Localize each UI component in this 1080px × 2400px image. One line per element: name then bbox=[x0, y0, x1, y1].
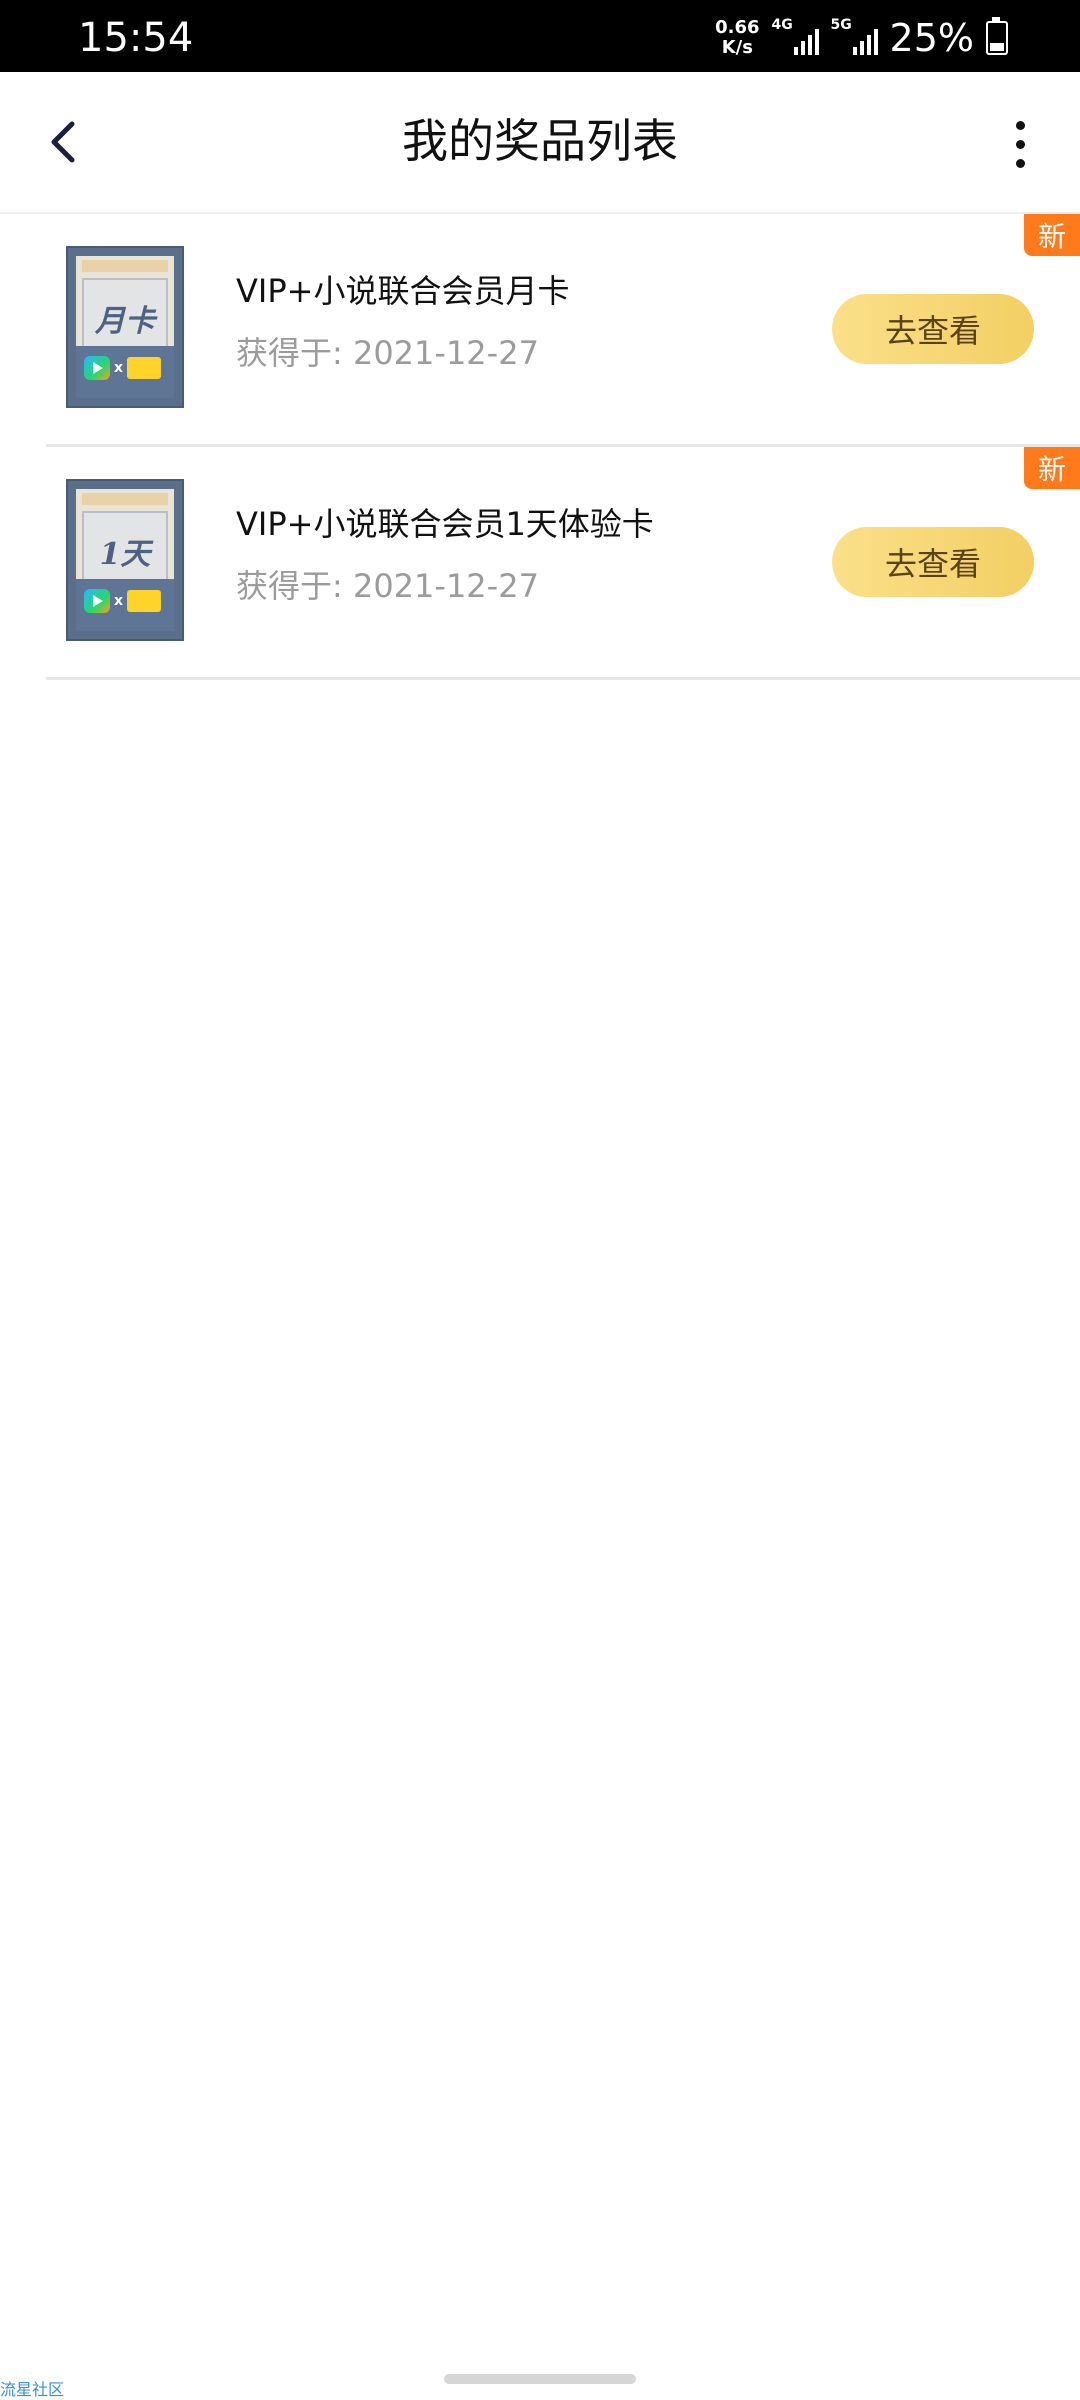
prize-date: 获得于: 2021-12-27 bbox=[236, 334, 539, 372]
prize-card-image: 月卡 x bbox=[66, 246, 184, 408]
prize-card-top bbox=[82, 260, 168, 272]
times-icon: x bbox=[114, 593, 124, 609]
status-bar: 15:54 0.66 K/s 4G 5G 25% bbox=[0, 0, 1080, 72]
network-speed: 0.66 K/s bbox=[715, 18, 759, 58]
video-play-icon bbox=[84, 356, 110, 380]
list-item: 1天 x VIP+小说联合会员1天体验卡 获得于: 2021-12-27 去查看… bbox=[46, 447, 1080, 680]
prize-list: 月卡 x VIP+小说联合会员月卡 获得于: 2021-12-27 去查看 新 … bbox=[0, 214, 1080, 680]
signal-5g-label: 5G bbox=[830, 17, 852, 33]
signal-4g-icon: 4G bbox=[772, 17, 819, 55]
prize-date: 获得于: 2021-12-27 bbox=[236, 567, 539, 605]
watermark: 流星社区 bbox=[0, 2380, 65, 2399]
prize-title: VIP+小说联合会员月卡 bbox=[236, 272, 570, 310]
prize-title: VIP+小说联合会员1天体验卡 bbox=[236, 505, 654, 543]
prize-card-inner: 1天 x bbox=[76, 489, 174, 631]
app-header: 我的奖品列表 bbox=[0, 72, 1080, 214]
video-play-icon bbox=[84, 589, 110, 613]
new-badge: 新 bbox=[1024, 214, 1080, 256]
book-icon bbox=[127, 590, 162, 612]
more-vertical-icon bbox=[1015, 120, 1025, 130]
battery-percent: 25% bbox=[889, 16, 974, 60]
more-options-button[interactable] bbox=[984, 106, 1056, 182]
more-vertical-icon-dot bbox=[1015, 139, 1025, 149]
prize-card-image: 1天 x bbox=[66, 479, 184, 641]
view-prize-button[interactable]: 去查看 bbox=[832, 527, 1034, 597]
new-badge: 新 bbox=[1024, 447, 1080, 489]
status-time: 15:54 bbox=[78, 15, 194, 61]
network-speed-unit: K/s bbox=[721, 37, 753, 58]
times-icon: x bbox=[114, 360, 124, 376]
status-indicators: 0.66 K/s 4G 5G 25% bbox=[715, 12, 1008, 64]
signal-5g-icon: 5G bbox=[831, 17, 878, 55]
more-vertical-icon-dot bbox=[1015, 158, 1025, 168]
home-indicator[interactable] bbox=[444, 2374, 636, 2384]
battery-charging-icon bbox=[986, 17, 1008, 55]
list-item: 月卡 x VIP+小说联合会员月卡 获得于: 2021-12-27 去查看 新 bbox=[46, 214, 1080, 447]
network-speed-value: 0.66 bbox=[715, 17, 760, 38]
book-icon bbox=[127, 357, 162, 379]
prize-card-top bbox=[82, 493, 168, 505]
prize-card-logos: x bbox=[84, 589, 166, 613]
prize-card-inner: 月卡 x bbox=[76, 256, 174, 398]
signal-4g-label: 4G bbox=[771, 17, 793, 33]
page-title: 我的奖品列表 bbox=[402, 114, 678, 168]
prize-card-logos: x bbox=[84, 356, 166, 380]
view-prize-button[interactable]: 去查看 bbox=[832, 294, 1034, 364]
